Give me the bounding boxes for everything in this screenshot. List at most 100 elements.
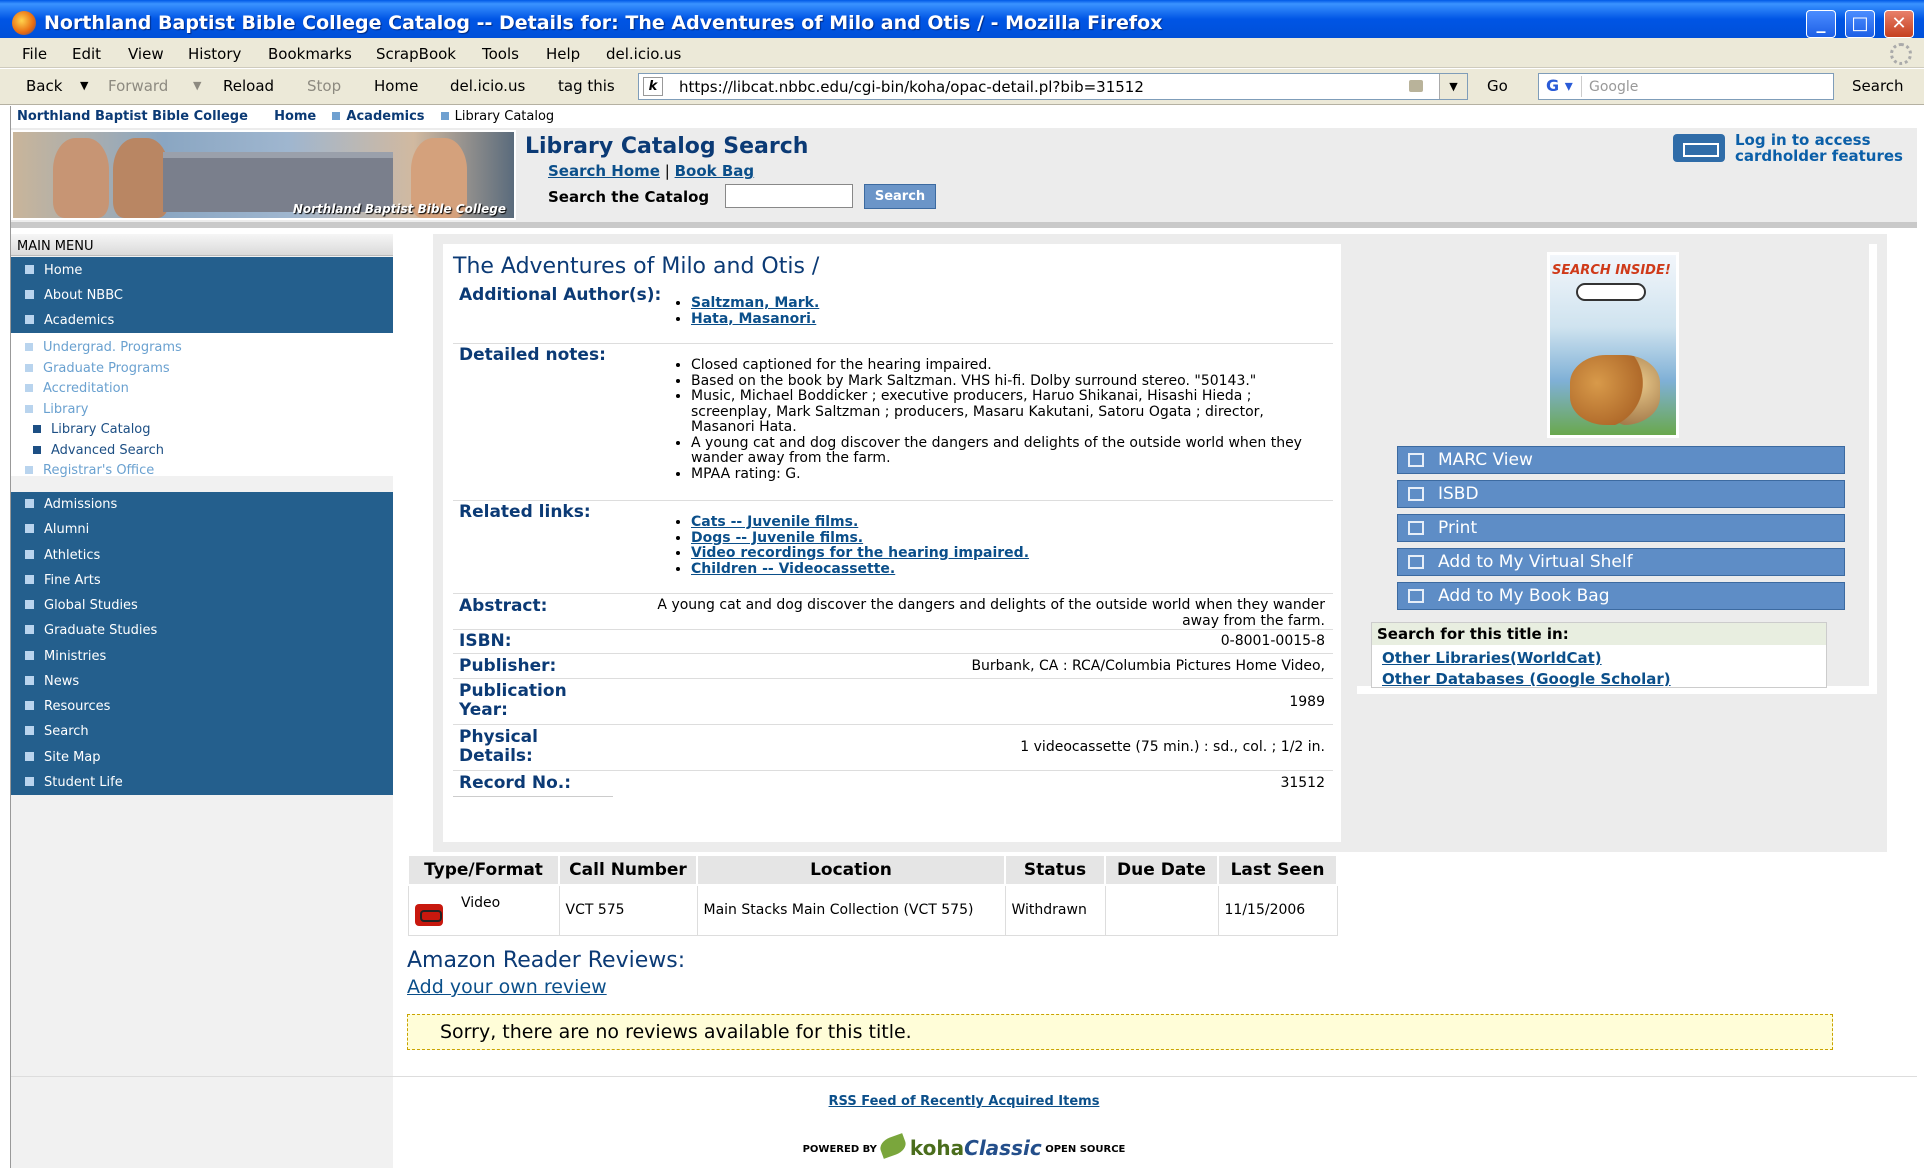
login-link[interactable]: Log in to access cardholder features bbox=[1735, 132, 1903, 164]
sidebar-item-advanced-search[interactable]: Advanced Search bbox=[33, 443, 164, 458]
sidebar-item-undergrad[interactable]: Undergrad. Programs bbox=[25, 340, 182, 355]
google-scholar-link[interactable]: Other Databases (Google Scholar) bbox=[1382, 670, 1671, 688]
breadcrumb-home[interactable]: Home bbox=[274, 109, 316, 124]
url-dropdown-icon[interactable]: ▼ bbox=[1439, 74, 1467, 99]
related-list: Cats -- Juvenile films. Dogs -- Juvenile… bbox=[673, 514, 1029, 577]
cover-artwork bbox=[1570, 355, 1660, 425]
sidebar-bottom-menu: Admissions Alumni Athletics Fine Arts Gl… bbox=[11, 492, 393, 795]
subject-link[interactable]: Cats -- Juvenile films. bbox=[691, 514, 858, 530]
sidebar-item-resources[interactable]: Resources bbox=[25, 699, 110, 714]
record-number-value: 31512 bbox=[1280, 775, 1325, 791]
tag-this-button[interactable]: tag this bbox=[558, 77, 615, 95]
koha-leaf-icon bbox=[878, 1133, 909, 1159]
bullet-icon bbox=[25, 625, 34, 634]
go-button[interactable]: Go bbox=[1487, 77, 1508, 95]
sidebar-item-graduate-programs[interactable]: Graduate Programs bbox=[25, 361, 170, 376]
powered-by-koha[interactable]: POWERED BY kohaClassic OPEN SOURCE bbox=[11, 1133, 1917, 1160]
menu-help[interactable]: Help bbox=[546, 45, 580, 63]
add-to-virtual-shelf-button[interactable]: Add to My Virtual Shelf bbox=[1397, 548, 1845, 576]
google-search-field[interactable]: G ▾ Google bbox=[1538, 73, 1834, 100]
login-line-2[interactable]: cardholder features bbox=[1735, 148, 1903, 164]
sidebar-item-fine-arts[interactable]: Fine Arts bbox=[25, 573, 101, 588]
book-bag-link[interactable]: Book Bag bbox=[675, 162, 755, 180]
sidebar-item-news[interactable]: News bbox=[25, 674, 79, 689]
rss-feed-link[interactable]: RSS Feed of Recently Acquired Items bbox=[829, 1094, 1100, 1109]
catalog-search-button[interactable]: Search bbox=[864, 184, 936, 209]
back-dropdown-icon[interactable]: ▼ bbox=[80, 79, 88, 92]
subject-link[interactable]: Children -- Videocassette. bbox=[691, 561, 895, 577]
sidebar-item-site-map[interactable]: Site Map bbox=[25, 750, 101, 765]
worldcat-link[interactable]: Other Libraries(WorldCat) bbox=[1382, 649, 1602, 667]
sidebar-item-library[interactable]: Library bbox=[25, 402, 88, 417]
menu-view[interactable]: View bbox=[128, 45, 164, 63]
menu-file[interactable]: File bbox=[22, 45, 47, 63]
stop-button[interactable]: Stop bbox=[307, 77, 341, 95]
google-engine-icon[interactable]: G ▾ bbox=[1542, 76, 1582, 97]
sidebar-item-search[interactable]: Search bbox=[25, 724, 89, 739]
site-favicon-icon: k bbox=[643, 77, 663, 96]
forward-dropdown-icon[interactable]: ▼ bbox=[193, 79, 201, 92]
url-text[interactable]: https://libcat.nbbc.edu/cgi-bin/koha/opa… bbox=[679, 78, 1144, 96]
search-home-link[interactable]: Search Home bbox=[548, 162, 660, 180]
sidebar-item-accreditation[interactable]: Accreditation bbox=[25, 381, 129, 396]
banner-photo bbox=[113, 138, 169, 218]
field-authors: Additional Author(s): Saltzman, Mark. Ha… bbox=[453, 284, 1333, 342]
sidebar-item-label: Home bbox=[44, 263, 83, 278]
sidebar-item-home[interactable]: Home bbox=[25, 263, 82, 278]
breadcrumb-college[interactable]: Northland Baptist Bible College bbox=[17, 109, 248, 124]
url-bar[interactable]: k https://libcat.nbbc.edu/cgi-bin/koha/o… bbox=[638, 73, 1468, 100]
print-button[interactable]: Print bbox=[1397, 514, 1845, 542]
menu-delicious[interactable]: del.icio.us bbox=[606, 45, 681, 63]
menu-tools[interactable]: Tools bbox=[482, 45, 519, 63]
cover-image[interactable]: SEARCH INSIDE! bbox=[1547, 252, 1679, 438]
col-location: Location bbox=[696, 854, 1006, 886]
sidebar-item-academics[interactable]: Academics bbox=[25, 313, 114, 328]
sidebar-item-global-studies[interactable]: Global Studies bbox=[25, 598, 138, 613]
cell-last-seen: 11/15/2006 bbox=[1217, 884, 1338, 936]
abstract-value: A young cat and dog discover the dangers… bbox=[657, 597, 1325, 629]
menu-history[interactable]: History bbox=[188, 45, 241, 63]
menu-edit[interactable]: Edit bbox=[72, 45, 101, 63]
menu-bookmarks[interactable]: Bookmarks bbox=[268, 45, 352, 63]
bullet-icon bbox=[25, 651, 34, 660]
reload-button[interactable]: Reload bbox=[223, 77, 274, 95]
login-line-1[interactable]: Log in to access bbox=[1735, 132, 1903, 148]
sidebar-item-ministries[interactable]: Ministries bbox=[25, 649, 106, 664]
marc-view-button[interactable]: MARC View bbox=[1397, 446, 1845, 474]
subject-link[interactable]: Dogs -- Juvenile films. bbox=[691, 530, 863, 546]
isbd-button[interactable]: ISBD bbox=[1397, 480, 1845, 508]
card-reader-icon[interactable] bbox=[1673, 134, 1725, 162]
add-to-book-bag-button[interactable]: Add to My Book Bag bbox=[1397, 582, 1845, 610]
link-separator: | bbox=[664, 162, 670, 180]
sidebar-item-student-life[interactable]: Student Life bbox=[25, 775, 123, 790]
divider bbox=[453, 796, 613, 797]
home-button[interactable]: Home bbox=[374, 77, 418, 95]
college-banner-image: Northland Baptist Bible College bbox=[11, 130, 516, 220]
cell-location: Main Stacks Main Collection (VCT 575) bbox=[696, 884, 1006, 936]
author-link[interactable]: Saltzman, Mark. bbox=[691, 295, 819, 311]
add-review-link[interactable]: Add your own review bbox=[407, 976, 607, 998]
sidebar-item-registrar[interactable]: Registrar's Office bbox=[25, 463, 154, 478]
sidebar-item-about[interactable]: About NBBC bbox=[25, 288, 123, 303]
sidebar-item-alumni[interactable]: Alumni bbox=[25, 522, 89, 537]
catalog-search-input[interactable] bbox=[725, 184, 853, 208]
record-actions-panel: SEARCH INSIDE! MARC View ISBD Print Add … bbox=[1357, 244, 1877, 694]
menu-scrapbook[interactable]: ScrapBook bbox=[376, 45, 456, 63]
sidebar-item-label: Library bbox=[43, 402, 89, 417]
delicious-button[interactable]: del.icio.us bbox=[450, 77, 525, 95]
sidebar-item-graduate-studies[interactable]: Graduate Studies bbox=[25, 623, 157, 638]
bullet-icon bbox=[25, 315, 34, 324]
forward-button[interactable]: Forward bbox=[108, 77, 168, 95]
maximize-button[interactable]: □ bbox=[1845, 10, 1875, 38]
subject-link[interactable]: Video recordings for the hearing impaire… bbox=[691, 545, 1029, 561]
back-button[interactable]: Back bbox=[26, 77, 62, 95]
bullet-icon bbox=[25, 364, 33, 372]
breadcrumb-academics[interactable]: Academics bbox=[346, 109, 424, 124]
close-button[interactable]: ✕ bbox=[1884, 10, 1914, 38]
sidebar-item-admissions[interactable]: Admissions bbox=[25, 497, 117, 512]
sidebar-item-library-catalog[interactable]: Library Catalog bbox=[33, 422, 151, 437]
search-button[interactable]: Search bbox=[1852, 77, 1904, 95]
sidebar-item-athletics[interactable]: Athletics bbox=[25, 548, 100, 563]
author-link[interactable]: Hata, Masanori. bbox=[691, 311, 816, 327]
minimize-button[interactable]: _ bbox=[1806, 10, 1836, 38]
